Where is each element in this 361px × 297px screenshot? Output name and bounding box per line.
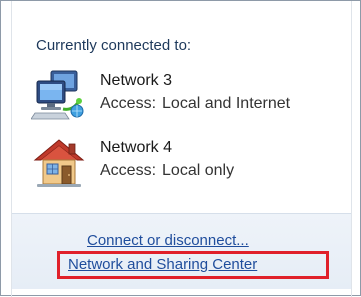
access-value: Local only [162, 162, 235, 179]
network-access: Access: Local and Internet [100, 95, 290, 113]
access-value: Local and Internet [162, 95, 291, 112]
access-label: Access: [100, 162, 157, 179]
network-name: Network 4 [100, 139, 173, 156]
network-item-network-3[interactable]: Network 3 Access: Local and Internet [30, 67, 351, 127]
network-computer-icon [30, 67, 87, 123]
flyout-footer: Connect or disconnect... Network and Sha… [12, 213, 351, 289]
network-access: Access: Local only [100, 162, 234, 180]
connect-or-disconnect-link[interactable]: Connect or disconnect... [87, 232, 249, 249]
network-item-network-4[interactable]: Network 4 Access: Local only [31, 134, 351, 194]
home-network-icon [31, 134, 87, 190]
connected-header: Currently connected to: [36, 37, 192, 54]
right-divider [351, 1, 352, 297]
network-and-sharing-center-link[interactable]: Network and Sharing Center [57, 251, 329, 279]
access-label: Access: [100, 95, 157, 112]
network-flyout: Currently connected to: Network 3 Access… [0, 0, 361, 297]
network-name: Network 3 [100, 72, 173, 89]
